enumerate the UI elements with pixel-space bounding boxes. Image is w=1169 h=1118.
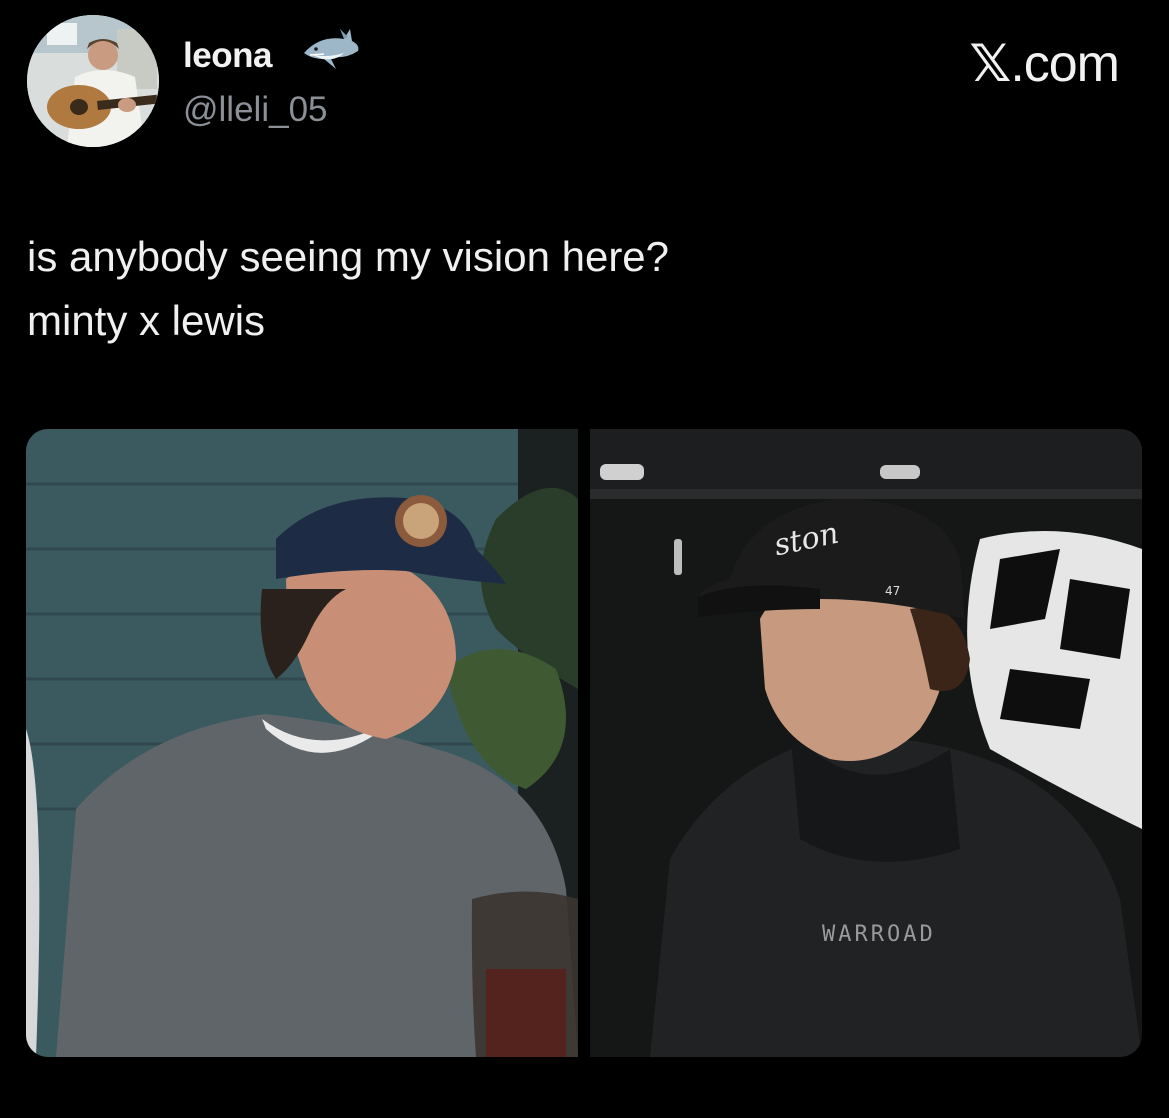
brand-domain: .com: [1010, 35, 1120, 93]
tweet-header: leona @lleli_05 𝕏.com: [0, 0, 1169, 160]
tweet-line-2: minty x lewis: [27, 297, 266, 344]
tweet-media-grid[interactable]: ston 47 WARROAD: [26, 429, 1142, 1057]
x-logo-icon: 𝕏: [969, 34, 1011, 94]
author-avatar[interactable]: [27, 15, 159, 147]
author-display-name[interactable]: leona: [183, 36, 272, 76]
tweet-text: is anybody seeing my vision here? minty …: [27, 225, 1127, 353]
shark-emoji-icon: [300, 25, 362, 81]
author-handle[interactable]: @lleli_05: [183, 90, 328, 130]
media-photo-right[interactable]: ston 47 WARROAD: [590, 429, 1142, 1057]
x-brand-logo: 𝕏.com: [969, 34, 1120, 94]
media-photo-left[interactable]: [26, 429, 578, 1057]
jersey-text: WARROAD: [822, 922, 936, 947]
tweet-line-1: is anybody seeing my vision here?: [27, 233, 670, 280]
cap-number-text: 47: [885, 584, 901, 598]
